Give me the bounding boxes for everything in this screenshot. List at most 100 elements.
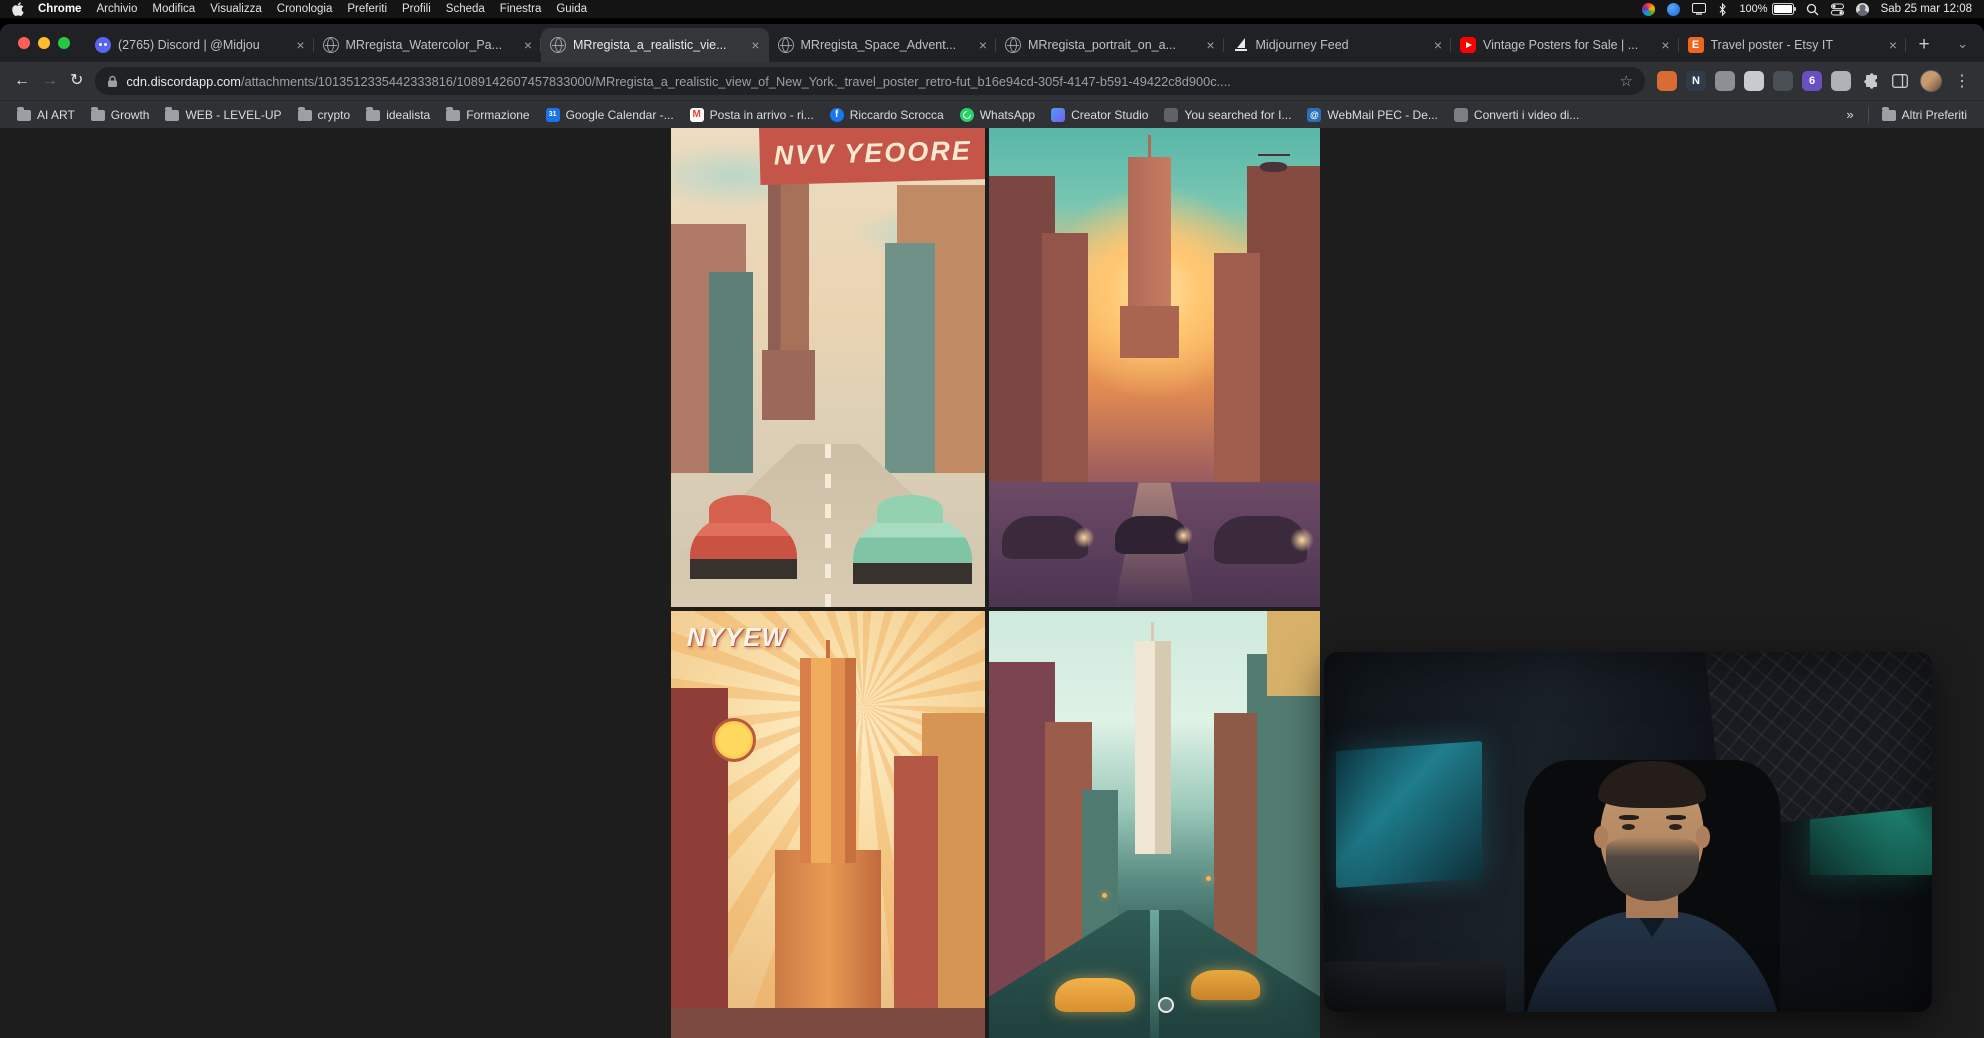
status-app-icon[interactable]: [1667, 3, 1680, 16]
presenter-beard: [1606, 837, 1700, 900]
browser-tab[interactable]: Vintage Posters for Sale | ... ×: [1451, 28, 1679, 62]
poster-title: NVV YEOORE: [773, 136, 972, 172]
bookmark-item[interactable]: Formazione: [439, 105, 536, 125]
bookmark-item[interactable]: AI ART: [10, 105, 82, 125]
browser-tab[interactable]: MRregista_portrait_on_a... ×: [996, 28, 1224, 62]
bookmark-item[interactable]: M Posta in arrivo - ri...: [683, 105, 821, 125]
profile-avatar[interactable]: [1920, 70, 1942, 92]
folder-icon: [298, 110, 312, 121]
display-icon[interactable]: [1692, 3, 1706, 15]
tab-strip: (2765) Discord | @Midjou × MRregista_Wat…: [0, 24, 1984, 62]
side-panel-icon[interactable]: [1892, 74, 1908, 88]
extensions-cluster: N6: [1657, 71, 1851, 91]
building-illustration: [1267, 611, 1320, 696]
bookmark-item[interactable]: Converti i video di...: [1447, 105, 1586, 125]
bookmark-item[interactable]: You searched for I...: [1157, 105, 1298, 125]
bookmark-label: Google Calendar -...: [566, 108, 674, 122]
menubar-menu-finestra[interactable]: Finestra: [500, 3, 542, 15]
menubar-menu-visualizza[interactable]: Visualizza: [210, 3, 262, 15]
extension-gray[interactable]: [1715, 71, 1735, 91]
bluetooth-icon[interactable]: [1718, 3, 1727, 16]
address-bar[interactable]: cdn.discordapp.com/attachments/101351233…: [95, 67, 1645, 95]
extension-orange[interactable]: [1657, 71, 1677, 91]
browser-tab[interactable]: MRregista_Watercolor_Pa... ×: [314, 28, 542, 62]
bookmarks-divider: [1868, 107, 1869, 123]
tab-close-icon[interactable]: ×: [1889, 38, 1897, 52]
browser-tab[interactable]: MRregista_Space_Advent... ×: [769, 28, 997, 62]
bookmark-item[interactable]: WhatsApp: [953, 105, 1042, 125]
bookmark-item[interactable]: Growth: [84, 105, 157, 125]
bookmark-item[interactable]: idealista: [359, 105, 437, 125]
poster-title-banner: NVV YEOORE: [759, 128, 985, 185]
tab-close-icon[interactable]: ×: [296, 38, 304, 52]
colorwheel-icon[interactable]: [1642, 3, 1655, 16]
menubar-menu-guida[interactable]: Guida: [556, 3, 587, 15]
menubar-menu-cronologia[interactable]: Cronologia: [277, 3, 333, 15]
bookmark-item[interactable]: @ WebMail PEC - De...: [1300, 105, 1444, 125]
apple-menu-icon[interactable]: [12, 2, 24, 16]
menubar-menus: Chrome Archivio Modifica Visualizza Cronolog…: [38, 3, 587, 15]
bookmark-star-icon[interactable]: ☆: [1620, 72, 1633, 90]
menubar-menu-chrome[interactable]: Chrome: [38, 3, 81, 15]
bookmark-label: AI ART: [37, 108, 75, 122]
tab-close-icon[interactable]: ×: [751, 38, 759, 52]
bookmark-label: idealista: [386, 108, 430, 122]
zoom-window-button[interactable]: [58, 37, 70, 49]
building-illustration: [1214, 253, 1260, 502]
extension-purple[interactable]: 6: [1802, 71, 1822, 91]
control-center-icon[interactable]: [1831, 3, 1844, 16]
empire-state-illustration: [768, 171, 809, 420]
reload-button[interactable]: ↻: [70, 73, 83, 89]
tab-close-icon[interactable]: ×: [524, 38, 532, 52]
mouse-cursor: [1158, 997, 1174, 1013]
browser-menu-icon[interactable]: ⋮: [1954, 71, 1970, 91]
bookmark-item[interactable]: f Riccardo Scrocca: [823, 105, 951, 125]
extension-grid[interactable]: [1831, 71, 1851, 91]
menubar-menu-preferiti[interactable]: Preferiti: [347, 3, 387, 15]
browser-window: (2765) Discord | @Midjou × MRregista_Wat…: [0, 24, 1984, 1038]
user-icon[interactable]: [1856, 3, 1869, 16]
new-tab-button[interactable]: +: [1910, 31, 1938, 59]
presenter-eye: [1669, 824, 1682, 830]
browser-tab[interactable]: (2765) Discord | @Midjou ×: [86, 28, 314, 62]
url-text: cdn.discordapp.com/attachments/101351233…: [126, 74, 1611, 89]
close-window-button[interactable]: [18, 37, 30, 49]
extension-dark[interactable]: [1773, 71, 1793, 91]
forward-button[interactable]: →: [42, 73, 58, 89]
globe-favicon: [1005, 37, 1021, 53]
menubar-menu-profili[interactable]: Profili: [402, 3, 431, 15]
extensions-puzzle-icon[interactable]: [1863, 73, 1880, 90]
extension-light[interactable]: [1744, 71, 1764, 91]
lock-icon[interactable]: [107, 75, 118, 88]
tab-close-icon[interactable]: ×: [1206, 38, 1214, 52]
menubar-clock[interactable]: Sab 25 mar 12:08: [1881, 3, 1972, 15]
browser-tab[interactable]: MRregista_a_realistic_vie... ×: [541, 28, 769, 62]
discord-favicon: [95, 37, 111, 53]
tab-search-chevron-icon[interactable]: ⌄: [1957, 36, 1968, 52]
tab-close-icon[interactable]: ×: [1661, 38, 1669, 52]
spotlight-icon[interactable]: [1806, 3, 1819, 16]
minimize-window-button[interactable]: [38, 37, 50, 49]
extension-n[interactable]: N: [1686, 71, 1706, 91]
url-path: /attachments/1013512335442333816/1089142…: [241, 74, 1231, 89]
street-light-illustration: [1206, 876, 1211, 881]
bookmarks-overflow-chevron[interactable]: »: [1838, 107, 1861, 122]
desktop: Chrome Archivio Modifica Visualizza Cronolog…: [0, 0, 1984, 1038]
tab-close-icon[interactable]: ×: [1434, 38, 1442, 52]
browser-tab[interactable]: Midjourney Feed ×: [1224, 28, 1452, 62]
tab-close-icon[interactable]: ×: [979, 38, 987, 52]
tab-label: MRregista_Space_Advent...: [801, 38, 972, 52]
bookmark-label: Posta in arrivo - ri...: [710, 108, 814, 122]
bookmark-altri-preferiti[interactable]: Altri Preferiti: [1875, 105, 1974, 125]
bookmark-item[interactable]: crypto: [291, 105, 358, 125]
bookmark-item[interactable]: Creator Studio: [1044, 105, 1155, 125]
browser-tab[interactable]: E Travel poster - Etsy IT ×: [1679, 28, 1907, 62]
menubar-menu-scheda[interactable]: Scheda: [446, 3, 485, 15]
back-button[interactable]: ←: [14, 73, 30, 89]
bookmark-item[interactable]: WEB - LEVEL-UP: [158, 105, 288, 125]
menubar-menu-modifica[interactable]: Modifica: [152, 3, 195, 15]
bookmark-label: Altri Preferiti: [1902, 108, 1967, 122]
menubar-menu-archivio[interactable]: Archivio: [96, 3, 137, 15]
bookmark-item[interactable]: 31 Google Calendar -...: [539, 105, 681, 125]
bookmark-label: You searched for I...: [1184, 108, 1291, 122]
